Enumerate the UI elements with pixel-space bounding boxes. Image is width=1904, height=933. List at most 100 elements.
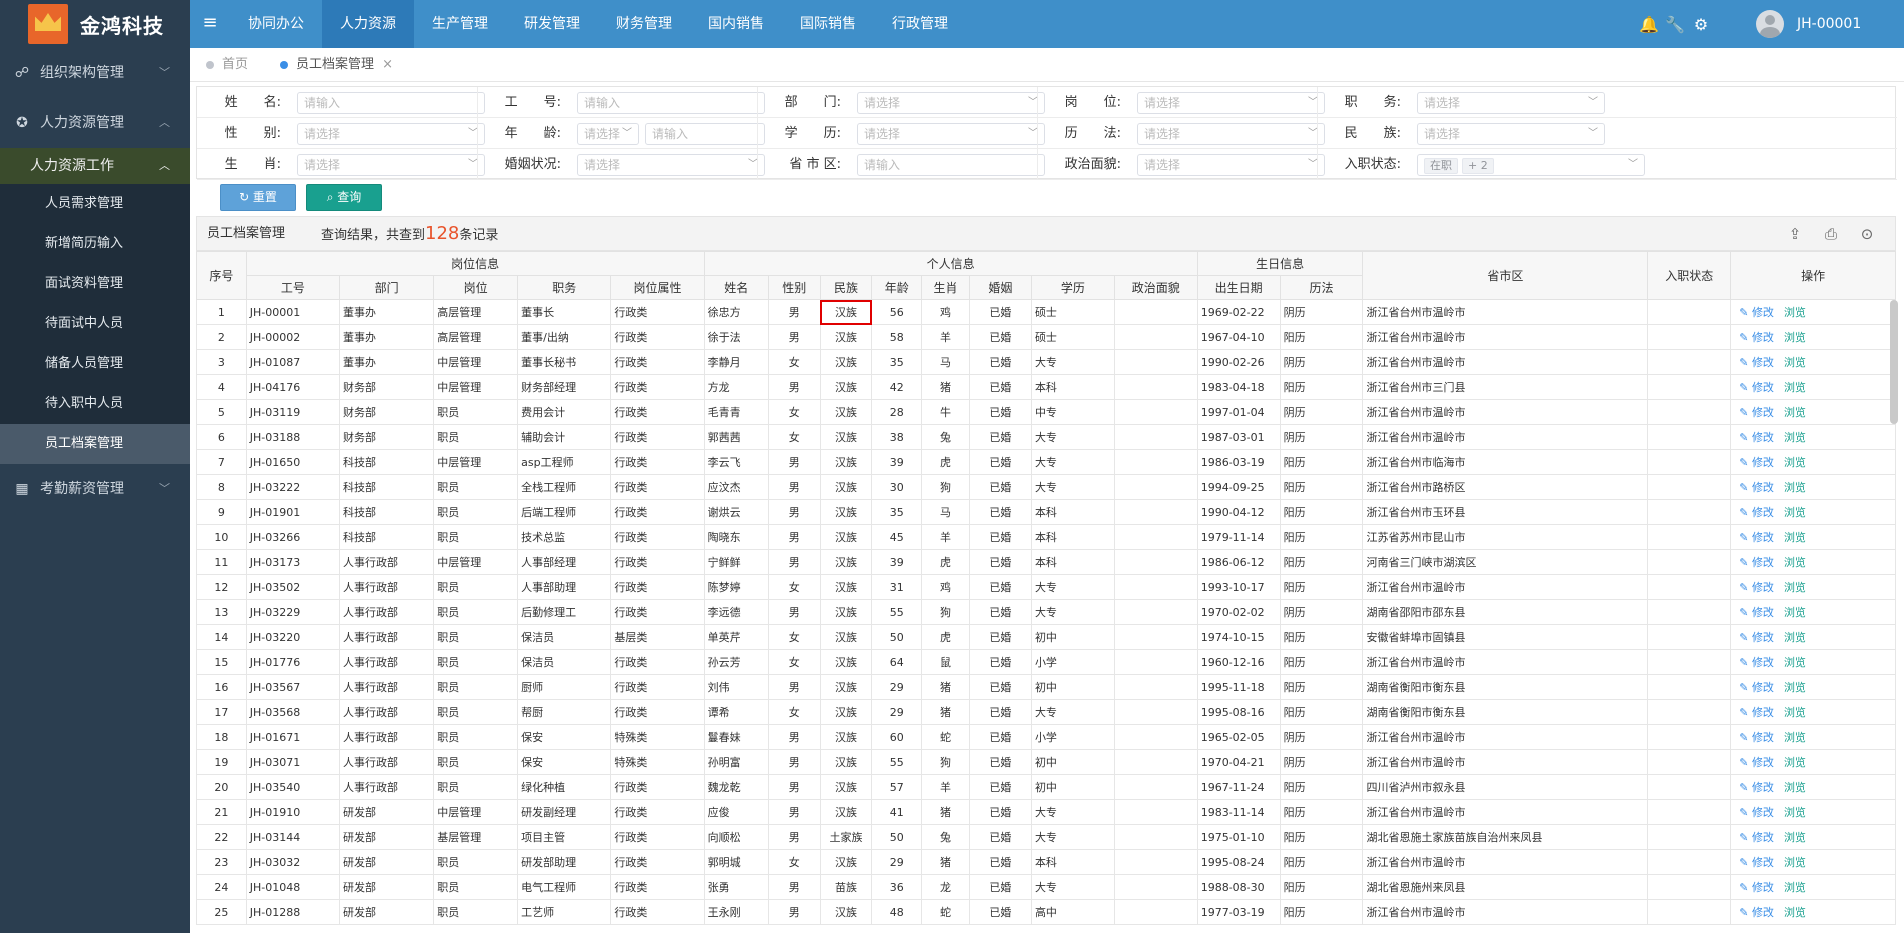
filter-select[interactable]: 请选择 ﹀ [1137, 154, 1325, 176]
view-link[interactable]: 浏览 [1784, 556, 1806, 569]
column-header[interactable]: 年龄 [871, 275, 923, 300]
table-row[interactable]: 13 JH-03229 人事行政部 职员 后勤修理工 行政类 李远德男汉族 55 狗已婚 大专 19… [196, 599, 1896, 625]
view-link[interactable]: 浏览 [1784, 906, 1806, 919]
edit-link[interactable]: ✎ 修改 [1739, 456, 1774, 469]
table-row[interactable]: 17 JH-03568 人事行政部 职员 帮厨 行政类 谭希女汉族 29 猪已婚 大专 1995-0… [196, 699, 1896, 725]
view-link[interactable]: 浏览 [1784, 856, 1806, 869]
column-header[interactable]: 婚姻 [968, 275, 1032, 300]
export-icon[interactable]: ⇪ [1777, 225, 1813, 243]
table-row[interactable]: 8 JH-03222 科技部 职员 全栈工程师 行政类 应汶杰男汉族 30 狗已婚 大专 1994-… [196, 474, 1896, 500]
view-link[interactable]: 浏览 [1784, 606, 1806, 619]
nav-item[interactable]: 财务管理 [598, 0, 690, 48]
column-header[interactable]: 部门 [338, 275, 435, 300]
filter-select[interactable]: 请选择 ﹀ [1137, 92, 1325, 114]
column-header[interactable]: 岗位属性 [610, 275, 705, 300]
view-link[interactable]: 浏览 [1784, 881, 1806, 894]
table-row[interactable]: 25 JH-01288 研发部 职员 工艺师 行政类 王永刚男汉族 48 蛇已婚 高中 1977-0… [196, 899, 1896, 925]
edit-link[interactable]: ✎ 修改 [1739, 356, 1774, 369]
view-link[interactable]: 浏览 [1784, 831, 1806, 844]
user-id[interactable]: JH-00001 [1797, 0, 1861, 48]
edit-link[interactable]: ✎ 修改 [1739, 806, 1774, 819]
sidebar-item[interactable]: 储备人员管理 [0, 344, 190, 384]
table-row[interactable]: 10 JH-03266 科技部 职员 技术总监 行政类 陶晓东男汉族 45 羊已婚 本科 1979-… [196, 524, 1896, 550]
sidebar-item[interactable]: 待面试中人员 [0, 304, 190, 344]
status-tag[interactable]: + 2 [1462, 158, 1494, 174]
edit-link[interactable]: ✎ 修改 [1739, 781, 1774, 794]
table-row[interactable]: 5 JH-03119 财务部 职员 费用会计 行政类 毛青青女汉族 28 牛已婚 中专 1997-0… [196, 399, 1896, 425]
edit-link[interactable]: ✎ 修改 [1739, 306, 1774, 319]
table-row[interactable]: 1 JH-00001 董事办 高层管理 董事长 行政类 徐忠方男汉族 56 鸡已婚 硕士 1969-… [196, 299, 1896, 325]
table-row[interactable]: 14 JH-03220 人事行政部 职员 保洁员 基层类 单英芹女汉族 50 虎已婚 初中 1974… [196, 624, 1896, 650]
view-link[interactable]: 浏览 [1784, 531, 1806, 544]
nav-item[interactable]: 行政管理 [874, 0, 966, 48]
table-row[interactable]: 20 JH-03540 人事行政部 职员 绿化种植 行政类 魏龙乾男汉族 57 羊已婚 初中 196… [196, 774, 1896, 800]
table-row[interactable]: 9 JH-01901 科技部 职员 后端工程师 行政类 谢烘云男汉族 35 马已婚 本科 1990-… [196, 499, 1896, 525]
edit-link[interactable]: ✎ 修改 [1739, 581, 1774, 594]
view-link[interactable]: 浏览 [1784, 756, 1806, 769]
table-row[interactable]: 12 JH-03502 人事行政部 职员 人事部助理 行政类 陈梦婷女汉族 31 鸡已婚 大专 19… [196, 574, 1896, 600]
table-row[interactable]: 22 JH-03144 研发部 基层管理 项目主管 行政类 向顺松男土家族 50 兔已婚 大专 19… [196, 824, 1896, 850]
nav-item[interactable]: 协同办公 [230, 0, 322, 48]
view-link[interactable]: 浏览 [1784, 806, 1806, 819]
sidebar-item[interactable]: 员工档案管理 [0, 424, 190, 464]
filter-select[interactable]: 请选择 ﹀ [1137, 123, 1325, 145]
tab-employee-archive[interactable]: 员工档案管理 × [280, 48, 393, 82]
view-link[interactable]: 浏览 [1784, 431, 1806, 444]
query-button[interactable]: ⌕ 查询 [306, 184, 382, 211]
filter-select[interactable]: 请选择 ﹀ [577, 123, 639, 145]
view-link[interactable]: 浏览 [1784, 456, 1806, 469]
edit-link[interactable]: ✎ 修改 [1739, 731, 1774, 744]
table-row[interactable]: 2 JH-00002 董事办 高层管理 董事/出纳 行政类 徐于法男汉族 58 羊已婚 硕士 196… [196, 324, 1896, 350]
view-link[interactable]: 浏览 [1784, 681, 1806, 694]
edit-link[interactable]: ✎ 修改 [1739, 706, 1774, 719]
column-header[interactable]: 生肖 [921, 275, 970, 300]
edit-link[interactable]: ✎ 修改 [1739, 406, 1774, 419]
sidebar-item[interactable]: 待入职中人员 [0, 384, 190, 424]
table-row[interactable]: 19 JH-03071 人事行政部 职员 保安 特殊类 孙明富男汉族 55 狗已婚 初中 1970-… [196, 749, 1896, 775]
edit-link[interactable]: ✎ 修改 [1739, 881, 1774, 894]
view-link[interactable]: 浏览 [1784, 331, 1806, 344]
view-link[interactable]: 浏览 [1784, 406, 1806, 419]
column-header[interactable]: 工号 [245, 275, 340, 300]
edit-link[interactable]: ✎ 修改 [1739, 431, 1774, 444]
view-link[interactable]: 浏览 [1784, 631, 1806, 644]
column-header[interactable]: 历法 [1279, 275, 1364, 300]
nav-item[interactable]: 人力资源 [322, 0, 414, 48]
locate-icon[interactable]: ⊙ [1849, 225, 1885, 243]
filter-input[interactable]: 请输入 [577, 92, 765, 114]
reset-button[interactable]: ↻ 重置 [220, 184, 296, 211]
filter-select[interactable]: 请选择 ﹀ [577, 154, 765, 176]
status-multiselect[interactable]: 在职 + 2 ﹀ [1417, 154, 1645, 176]
edit-link[interactable]: ✎ 修改 [1739, 681, 1774, 694]
nav-item[interactable]: 国际销售 [782, 0, 874, 48]
table-row[interactable]: 7 JH-01650 科技部 中层管理 asp工程师 行政类 李云飞男汉族 39 虎已婚 大专 19… [196, 449, 1896, 475]
view-link[interactable]: 浏览 [1784, 306, 1806, 319]
edit-link[interactable]: ✎ 修改 [1739, 506, 1774, 519]
filter-select[interactable]: 请选择 ﹀ [297, 154, 485, 176]
edit-link[interactable]: ✎ 修改 [1739, 906, 1774, 919]
table-row[interactable]: 3 JH-01087 董事办 中层管理 董事长秘书 行政类 李静月女汉族 35 马已婚 大专 199… [196, 349, 1896, 375]
table-row[interactable]: 18 JH-01671 人事行政部 职员 保安 特殊类 鬘春妹男汉族 60 蛇已婚 小学 1965-… [196, 724, 1896, 750]
table-row[interactable]: 21 JH-01910 研发部 中层管理 研发副经理 行政类 应俊男汉族 41 猪已婚 大专 198… [196, 799, 1896, 825]
sidebar-subgroup-hr-work[interactable]: 人力资源工作 ︿ [0, 148, 190, 184]
sidebar-item[interactable]: 人员需求管理 [0, 184, 190, 224]
filter-input[interactable]: 请输入 [857, 154, 1045, 176]
column-header[interactable]: 岗位 [433, 275, 519, 300]
edit-link[interactable]: ✎ 修改 [1739, 631, 1774, 644]
bell-icon[interactable]: 🔔 [1636, 15, 1662, 34]
column-header[interactable]: 民族 [819, 275, 873, 300]
filter-input[interactable]: 请输入 [645, 123, 765, 145]
edit-link[interactable]: ✎ 修改 [1739, 556, 1774, 569]
status-tag[interactable]: 在职 [1424, 158, 1458, 174]
view-link[interactable]: 浏览 [1784, 731, 1806, 744]
table-row[interactable]: 6 JH-03188 财务部 职员 辅助会计 行政类 郭茜茜女汉族 38 兔已婚 大专 1987-0… [196, 424, 1896, 450]
wrench-icon[interactable]: 🔧 [1662, 15, 1688, 34]
edit-link[interactable]: ✎ 修改 [1739, 381, 1774, 394]
table-row[interactable]: 4 JH-04176 财务部 中层管理 财务部经理 行政类 方龙男汉族 42 猪已婚 本科 1983… [196, 374, 1896, 400]
sidebar-group-hr[interactable]: ✪ 人力资源管理 ︿ [0, 98, 190, 148]
filter-input[interactable]: 请输入 [297, 92, 485, 114]
view-link[interactable]: 浏览 [1784, 781, 1806, 794]
column-header[interactable]: 学历 [1030, 275, 1115, 300]
logo[interactable]: 金鸿科技 [0, 0, 190, 48]
column-header[interactable]: 出生日期 [1196, 275, 1281, 300]
